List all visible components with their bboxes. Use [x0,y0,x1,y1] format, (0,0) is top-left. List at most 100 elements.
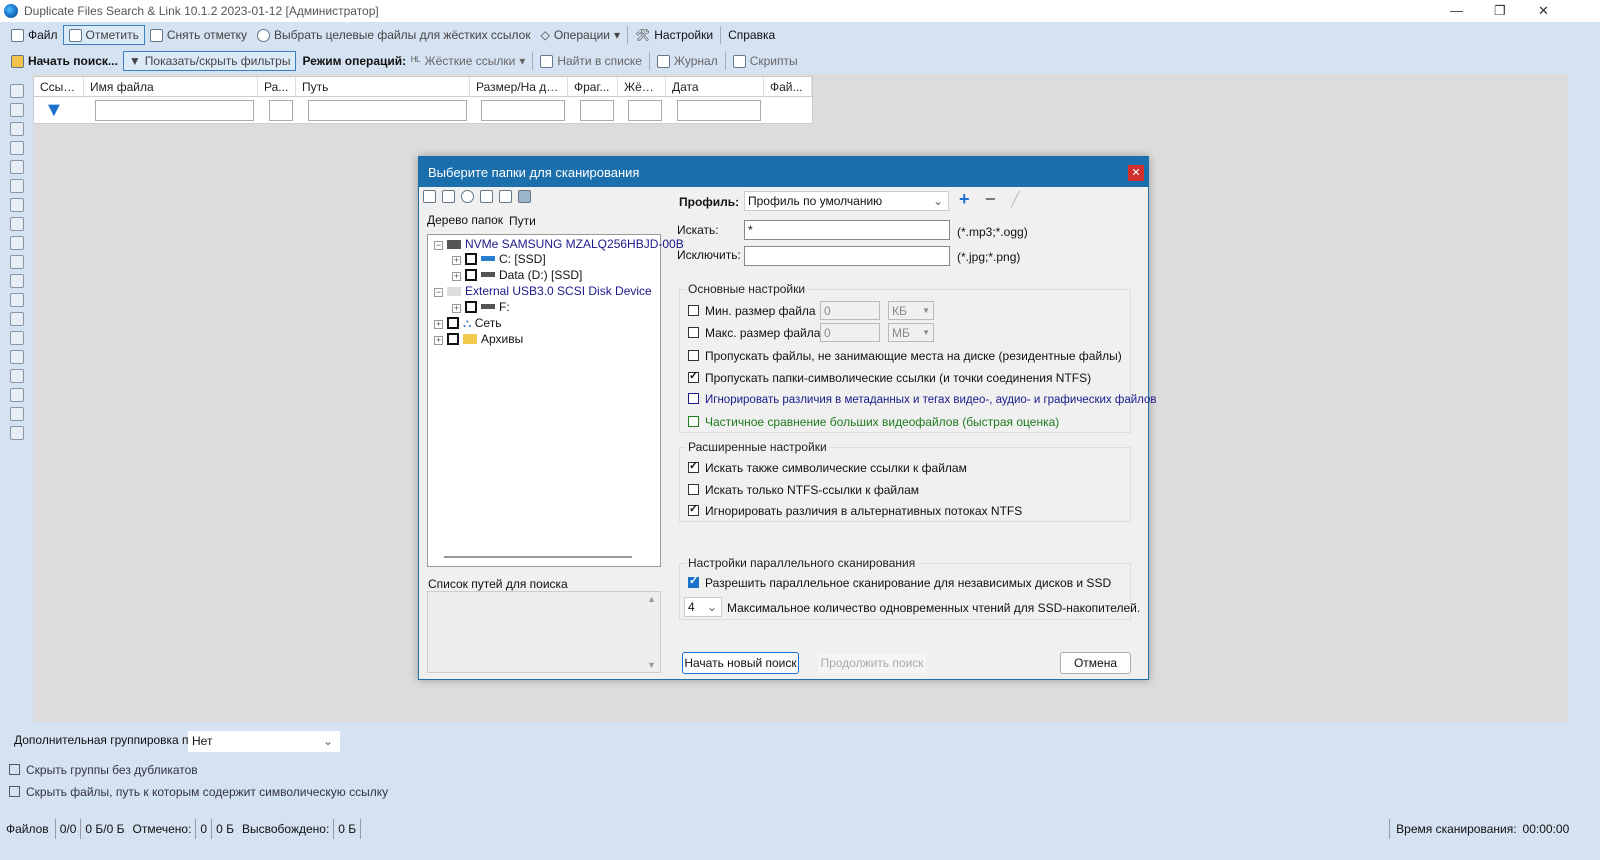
checkbox[interactable] [465,253,477,265]
column-header[interactable]: Жёст... [618,77,666,96]
check-all-icon[interactable] [442,190,455,203]
move-icon[interactable] [10,255,24,269]
unmark-button[interactable]: Снять отметку [145,25,252,45]
exclude-mask-input[interactable] [744,246,950,266]
column-header[interactable]: Дата [666,77,764,96]
mark-button[interactable]: Отметить [62,25,145,45]
column-header[interactable]: Размер/На ди... [470,77,568,96]
tab-folder-tree[interactable]: Дерево папок [427,213,503,227]
copy-icon[interactable] [10,103,24,117]
list-icon[interactable] [10,331,24,345]
dialog-close-button[interactable]: ✕ [1128,165,1144,181]
close-button[interactable]: ✕ [1538,3,1549,19]
column-header[interactable]: Ссыл... [34,77,84,96]
continue-search-button[interactable]: Продолжить поиск [817,652,927,674]
skip-resident-checkbox[interactable]: Пропускать файлы, не занимающие места на… [688,349,1122,363]
start-new-search-button[interactable]: Начать новый поиск [682,652,799,674]
minimize-button[interactable]: — [1450,3,1463,18]
copy-icon[interactable] [10,293,24,307]
column-header[interactable]: Имя файла [84,77,258,96]
view-icon[interactable] [10,84,24,98]
ignore-ads-checkbox[interactable]: Игнорировать различия в альтернативных п… [688,502,1022,518]
tree-node[interactable]: + Архивы [434,332,523,346]
drive-icon[interactable] [461,190,474,203]
filter-input[interactable] [308,100,467,121]
min-size-checkbox[interactable]: Мин. размер файла [688,304,816,318]
filter-input[interactable] [269,100,293,121]
find-in-list-button[interactable]: Найти в списке [535,51,647,71]
list-icon[interactable] [10,350,24,364]
max-size-unit-select[interactable]: МБ ▼ [888,323,934,342]
help-menu[interactable]: Справка [723,25,780,45]
settings-menu[interactable]: 🛠 Настройки [630,25,718,45]
filter-input[interactable] [677,100,761,121]
tab-paths[interactable]: Пути [509,214,536,228]
remove-profile-icon[interactable]: − [985,189,996,210]
horizontal-scrollbar[interactable] [444,556,632,558]
paths-list[interactable]: ▲ ▼ [427,591,661,673]
tree-node[interactable]: − External USB3.0 SCSI Disk Device [434,284,652,298]
edit-profile-icon[interactable]: ╱ [1011,191,1019,208]
group-icon[interactable] [10,160,24,174]
select-hardlink-targets-button[interactable]: Выбрать целевые файлы для жёстких ссылок [252,25,536,45]
settings-icon[interactable] [10,236,24,250]
restore-button[interactable]: ❐ [1494,3,1506,19]
max-size-checkbox[interactable]: Макс. размер файла [688,326,820,340]
list-icon[interactable] [10,407,24,421]
log-button[interactable]: Журнал [652,51,723,71]
ignore-metadata-checkbox[interactable]: Игнорировать различия в метаданных и тег… [688,393,1156,406]
lz-icon[interactable] [10,274,24,288]
save-drive-icon[interactable] [499,190,512,203]
scroll-up-icon[interactable]: ▲ [647,594,656,604]
copy-icon[interactable] [10,122,24,136]
checkbox[interactable] [447,317,459,329]
column-header[interactable]: Фай... [764,77,812,96]
tree-node[interactable]: + ⛬ Сеть [434,316,501,331]
find-file-symlinks-checkbox[interactable]: Искать также символические ссылки к файл… [688,459,967,475]
filter-input[interactable] [580,100,614,121]
list-icon[interactable] [10,388,24,402]
scroll-down-icon[interactable]: ▼ [647,660,656,670]
group-icon[interactable] [10,179,24,193]
partial-video-compare-checkbox[interactable]: Частичное сравнение больших видеофайлов … [688,415,1059,429]
menu-file[interactable]: Файл [6,25,63,45]
tree-node[interactable]: + F: [452,300,510,314]
filter-input[interactable] [95,100,254,121]
checkbox[interactable] [465,269,477,281]
column-header[interactable]: Фраг... [568,77,618,96]
min-size-input[interactable]: 0 [820,301,880,320]
mode-dropdown[interactable]: ᴴᴸ Жёсткие ссылки ▾ [406,51,530,71]
uncheck-all-icon[interactable] [423,190,436,203]
ungroup-icon[interactable] [10,198,24,212]
column-header[interactable]: Ра... [258,77,296,96]
tree-node[interactable]: − NVMe SAMSUNG MZALQ256HBJD-00B [434,237,684,251]
hide-symlink-files-checkbox[interactable]: Скрыть файлы, путь к которым содержит си… [9,785,388,799]
threads-select[interactable]: 4 ⌄ [684,597,722,617]
search-mask-input[interactable]: * [744,220,950,240]
operations-menu[interactable]: ◇ Операции ▾ [536,25,625,45]
checkbox[interactable] [447,333,459,345]
tree-node[interactable]: + C: [SSD] [452,252,546,266]
group-by-select[interactable]: Нет ⌄ [188,731,340,752]
link-icon[interactable] [10,141,24,155]
list-icon[interactable] [10,369,24,383]
disk-icon[interactable] [518,190,531,203]
add-profile-icon[interactable]: + [959,189,970,210]
list-icon[interactable] [10,312,24,326]
column-header[interactable]: Путь [296,77,470,96]
skip-symlink-folders-checkbox[interactable]: Пропускать папки-символические ссылки (и… [688,369,1091,385]
checkbox[interactable] [465,301,477,313]
toggle-filters-button[interactable]: ▼ Показать/скрыть фильтры [122,51,297,71]
network-drive-icon[interactable] [480,190,493,203]
allow-parallel-checkbox[interactable]: Разрешить параллельное сканирование для … [688,574,1111,590]
profile-select[interactable]: Профиль по умолчанию ⌄ [744,191,949,211]
min-size-unit-select[interactable]: КБ ▼ [888,301,934,320]
ntfs-links-only-checkbox[interactable]: Искать только NTFS-ссылки к файлам [688,483,919,497]
delete-icon[interactable] [10,217,24,231]
scripts-button[interactable]: Скрипты [728,51,803,71]
hide-groups-checkbox[interactable]: Скрыть группы без дубликатов [9,763,198,777]
tree-node[interactable]: + Data (D:) [SSD] [452,268,582,282]
grid-icon[interactable] [10,426,24,440]
max-size-input[interactable]: 0 [820,323,880,342]
filter-input[interactable] [628,100,662,121]
